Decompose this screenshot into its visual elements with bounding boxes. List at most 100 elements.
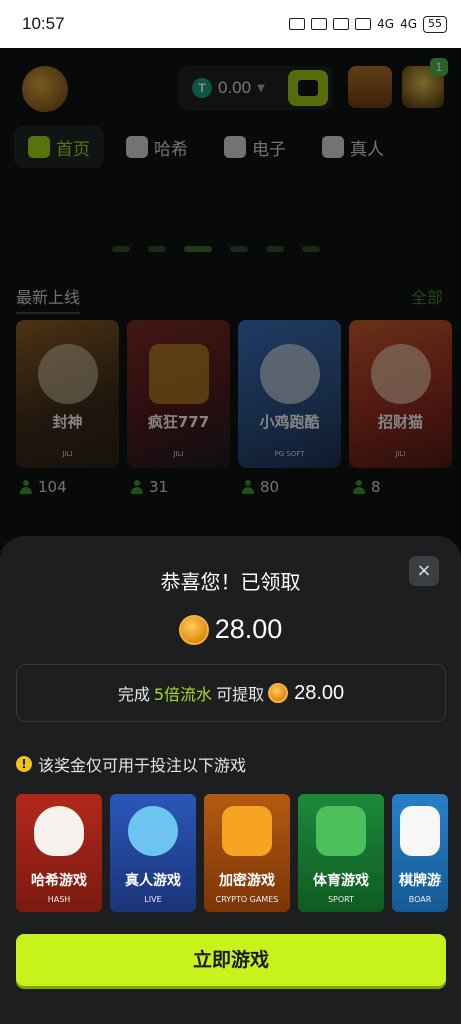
new-games-row: 封神 JILI 疯狂777 JILI 小鸡跑酷 PG SOFT 招财猫 JILI bbox=[16, 320, 452, 468]
game-provider: PG SOFT bbox=[274, 450, 305, 458]
tab-label: 真人 bbox=[350, 139, 384, 160]
wifi-icon bbox=[355, 18, 372, 30]
rocket-icon bbox=[34, 806, 84, 856]
person-icon bbox=[20, 480, 32, 494]
person-icon bbox=[242, 480, 254, 494]
bonus-claimed-sheet: × 恭喜您！已领取 28.00 完成 5倍流水 可提取 28.00 ! 该奖金仅… bbox=[0, 536, 461, 1024]
game-name: 招财猫 bbox=[377, 413, 423, 431]
player-count-value: 31 bbox=[149, 478, 169, 496]
section-title: 最新上线 bbox=[16, 284, 81, 314]
game-name: 疯狂777 bbox=[147, 413, 210, 431]
tab-slots[interactable]: 电子 bbox=[210, 126, 300, 168]
carousel-dot[interactable] bbox=[230, 246, 248, 252]
warning-icon: ! bbox=[16, 756, 32, 772]
game-artwork bbox=[260, 344, 320, 404]
tab-live[interactable]: 真人 bbox=[308, 126, 398, 168]
game-provider: JILI bbox=[62, 450, 73, 458]
treasure-chest-icon[interactable] bbox=[348, 66, 392, 108]
game-card[interactable]: 招财猫 JILI bbox=[349, 320, 452, 468]
player-count: 31 bbox=[127, 478, 230, 496]
coin-icon bbox=[178, 614, 209, 645]
chevron-down-icon: ▼ bbox=[257, 82, 265, 94]
bonus-amount: 28.00 bbox=[0, 614, 461, 645]
category-en: LIVE bbox=[144, 895, 162, 904]
person-icon bbox=[353, 480, 365, 494]
wager-suffix: 可提取 bbox=[216, 685, 265, 704]
carousel-dot-active[interactable] bbox=[184, 246, 212, 252]
category-crypto[interactable]: 加密游戏 CRYPTO GAMES bbox=[204, 794, 290, 912]
category-en: SPORT bbox=[327, 895, 355, 904]
wager-requirement: 完成 5倍流水 可提取 28.00 bbox=[16, 664, 446, 722]
balance-amount: 0.00 bbox=[218, 78, 252, 97]
notification-badge: 1 bbox=[430, 58, 448, 76]
tab-hash[interactable]: 哈希 bbox=[112, 126, 202, 168]
tab-label: 哈希 bbox=[154, 139, 188, 160]
bonus-amount-value: 28.00 bbox=[214, 614, 283, 644]
category-name: 棋牌游 bbox=[399, 873, 441, 889]
carousel-dot[interactable] bbox=[112, 246, 130, 252]
play-now-button[interactable]: 立即游戏 bbox=[16, 934, 446, 986]
carousel-dot[interactable] bbox=[148, 246, 166, 252]
gift-box-icon bbox=[222, 806, 272, 856]
wager-amount: 28.00 bbox=[294, 681, 345, 704]
player-count-value: 8 bbox=[371, 478, 381, 496]
game-card[interactable]: 疯狂777 JILI bbox=[127, 320, 230, 468]
eligible-game-categories: 哈希游戏 HASH 真人游戏 LIVE 加密游戏 CRYPTO GAMES 体育… bbox=[16, 794, 448, 912]
category-board[interactable]: 棋牌游 BOAR bbox=[392, 794, 448, 912]
category-name: 真人游戏 bbox=[125, 873, 181, 889]
game-name: 封神 bbox=[52, 413, 83, 431]
player-counts: 104 31 80 8 bbox=[16, 478, 452, 496]
wager-highlight: 5倍流水 bbox=[153, 685, 213, 704]
category-name: 体育游戏 bbox=[313, 873, 369, 889]
player-count: 8 bbox=[349, 478, 452, 496]
wallet-balance[interactable]: T 0.00 ▼ bbox=[178, 66, 332, 110]
person-icon bbox=[131, 480, 143, 494]
game-card[interactable]: 小鸡跑酷 PG SOFT bbox=[238, 320, 341, 468]
roulette-icon bbox=[128, 806, 178, 856]
carousel-indicator bbox=[112, 246, 320, 252]
carousel-dot[interactable] bbox=[266, 246, 284, 252]
network-label-2: 4G bbox=[400, 17, 417, 31]
tab-label: 首页 bbox=[56, 139, 90, 160]
battery-icon: 55 bbox=[423, 15, 447, 33]
game-artwork bbox=[371, 344, 431, 404]
view-all-link[interactable]: 全部 bbox=[411, 284, 443, 308]
playing-cards-icon bbox=[400, 806, 440, 856]
tab-label: 电子 bbox=[252, 139, 286, 160]
coin-icon bbox=[268, 683, 289, 703]
player-count-value: 80 bbox=[260, 478, 280, 496]
category-sport[interactable]: 体育游戏 SPORT bbox=[298, 794, 384, 912]
home-icon bbox=[28, 136, 50, 158]
category-tabs: 首页 哈希 电子 真人 bbox=[14, 126, 398, 168]
status-icons: 4G 4G 55 bbox=[289, 15, 447, 33]
soccer-field-icon bbox=[316, 806, 366, 856]
logo-avatar[interactable] bbox=[22, 66, 68, 112]
mute-icon bbox=[333, 18, 350, 30]
network-label-1: 4G bbox=[377, 17, 395, 31]
bitcoin-icon bbox=[126, 136, 148, 158]
category-en: CRYPTO GAMES bbox=[215, 895, 279, 904]
game-name: 小鸡跑酷 bbox=[259, 413, 320, 431]
category-en: HASH bbox=[47, 895, 71, 904]
game-artwork bbox=[38, 344, 98, 404]
usdt-icon: T bbox=[192, 78, 212, 98]
status-time: 10:57 bbox=[22, 14, 65, 33]
carousel-dot[interactable] bbox=[302, 246, 320, 252]
status-bar: 10:57 4G 4G 55 bbox=[0, 0, 461, 48]
category-hash[interactable]: 哈希游戏 HASH bbox=[16, 794, 102, 912]
eligibility-notice: ! 该奖金仅可用于投注以下游戏 bbox=[16, 752, 246, 776]
category-name: 加密游戏 bbox=[219, 873, 275, 889]
key-icon bbox=[289, 18, 306, 30]
wallet-icon[interactable] bbox=[288, 70, 328, 106]
nfc-icon bbox=[311, 18, 328, 30]
game-card[interactable]: 封神 JILI bbox=[16, 320, 119, 468]
player-count: 104 bbox=[16, 478, 119, 496]
category-en: BOAR bbox=[408, 895, 432, 904]
game-provider: JILI bbox=[173, 450, 184, 458]
slot-777-icon bbox=[224, 136, 246, 158]
tab-home[interactable]: 首页 bbox=[14, 126, 104, 168]
wager-prefix: 完成 bbox=[117, 685, 150, 704]
cards-icon bbox=[322, 136, 344, 158]
player-count: 80 bbox=[238, 478, 341, 496]
category-live[interactable]: 真人游戏 LIVE bbox=[110, 794, 196, 912]
